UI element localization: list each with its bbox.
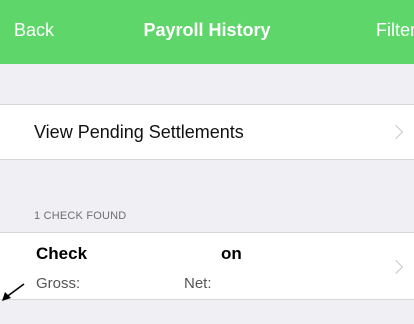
filter-button[interactable]: Filter — [376, 20, 414, 41]
section-header: 1 CHECK FOUND — [34, 210, 127, 222]
chevron-right-icon — [388, 259, 404, 275]
view-pending-settlements-row[interactable]: View Pending Settlements — [0, 104, 414, 160]
pending-settlements-label: View Pending Settlements — [34, 122, 244, 142]
net-label: Net: — [184, 275, 212, 292]
chevron-right-icon — [388, 124, 404, 140]
gross-label: Gross: — [36, 275, 81, 292]
annotation-arrow-icon — [2, 283, 25, 301]
check-row[interactable]: Check on Gross: Net: — [0, 232, 414, 300]
navigation-bar: Back Payroll History Filter — [0, 0, 414, 64]
page-title: Payroll History — [143, 20, 271, 40]
check-title: Check — [36, 244, 88, 263]
check-date-prefix: on — [221, 244, 242, 263]
